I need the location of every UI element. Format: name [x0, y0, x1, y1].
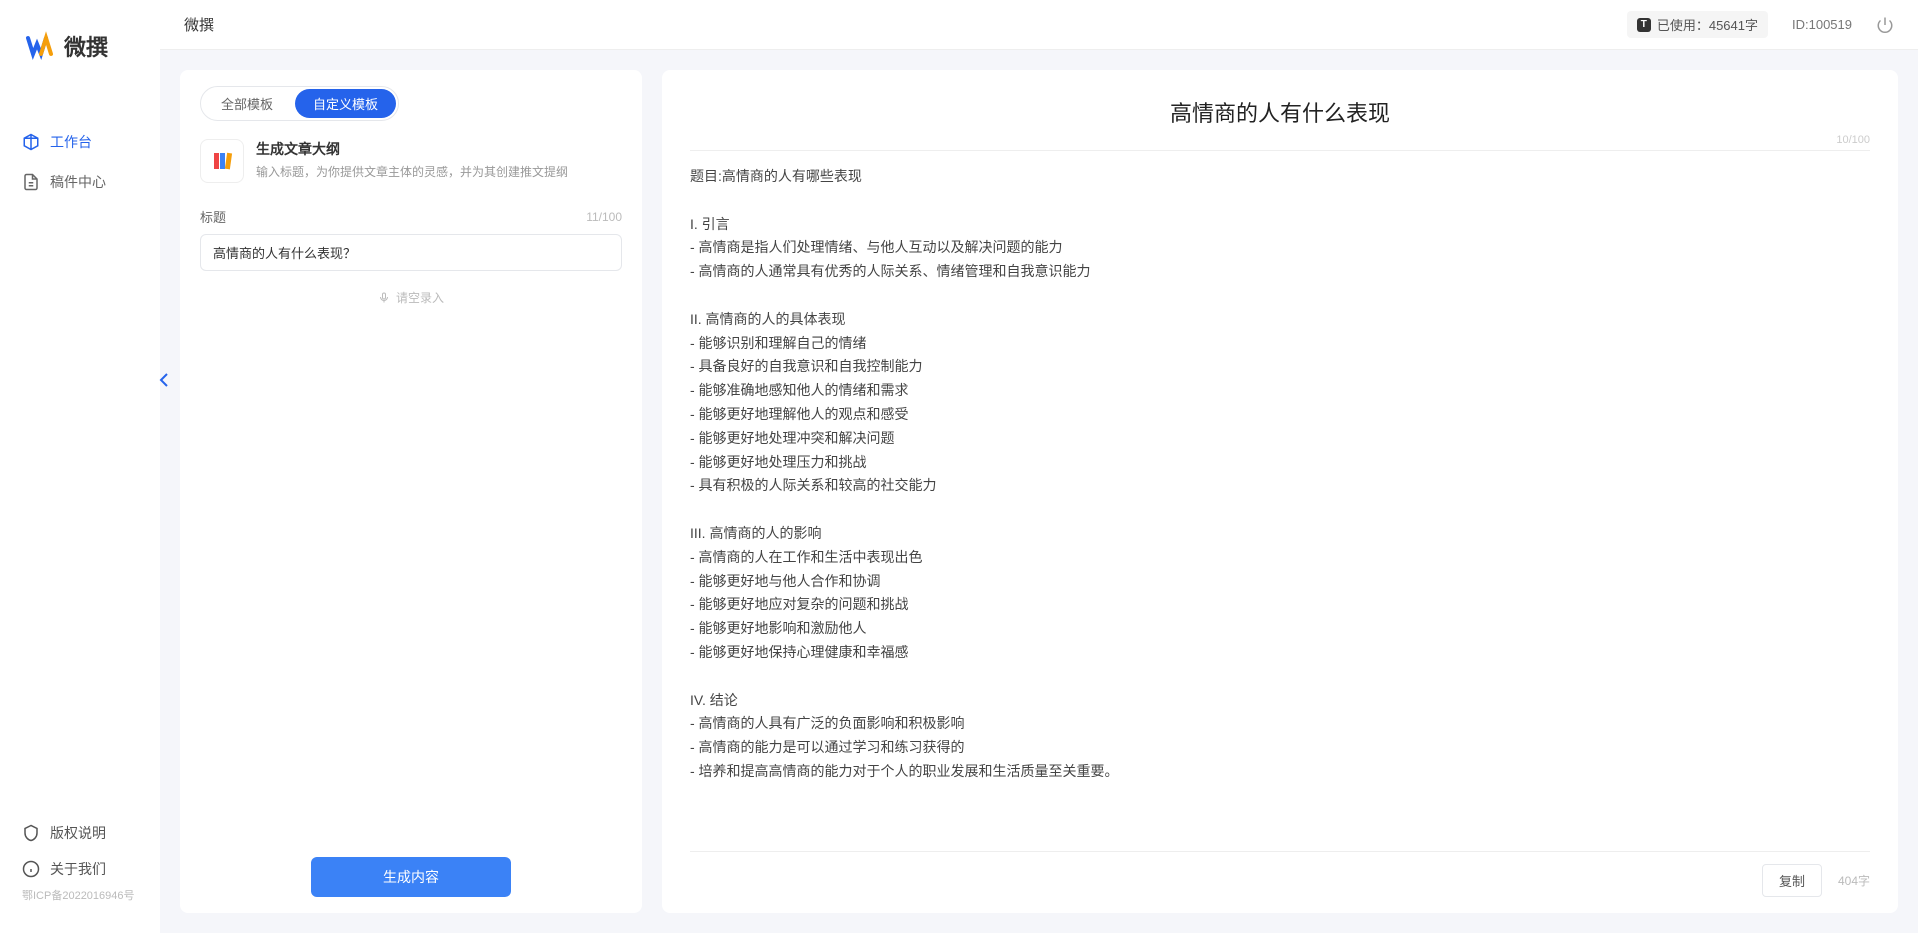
logo-text: 微撰 — [64, 30, 108, 62]
sidebar-footer: 版权说明 关于我们 鄂ICP备2022016946号 — [0, 815, 160, 933]
output-footer: 复制 404字 — [690, 851, 1870, 897]
template-card: 生成文章大纲 输入标题，为你提供文章主体的灵感，并为其创建推文提纲 — [200, 139, 622, 183]
nav-drafts[interactable]: 稿件中心 — [0, 162, 160, 202]
usage-badge: T 已使用：45641字 — [1627, 11, 1768, 38]
voice-label: 请空录入 — [396, 289, 444, 306]
cube-icon — [22, 133, 40, 151]
user-id: ID:100519 — [1792, 17, 1852, 32]
usage-text: 已使用：45641字 — [1657, 15, 1758, 34]
main: 微撰 T 已使用：45641字 ID:100519 全部模板 自定义模板 — [160, 0, 1918, 933]
sidebar-collapse[interactable] — [158, 370, 170, 390]
text-icon: T — [1637, 18, 1651, 32]
output-panel: 高情商的人有什么表现 10/100 题目:高情商的人有哪些表现 I. 引言 - … — [662, 70, 1898, 913]
logo: 微撰 — [0, 30, 160, 62]
copyright-link[interactable]: 版权说明 — [0, 815, 160, 851]
tab-all[interactable]: 全部模板 — [203, 89, 291, 118]
icp-text: 鄂ICP备2022016946号 — [0, 887, 160, 913]
template-info: 生成文章大纲 输入标题，为你提供文章主体的灵感，并为其创建推文提纲 — [256, 139, 568, 183]
output-title-count: 10/100 — [690, 134, 1870, 151]
topbar: 微撰 T 已使用：45641字 ID:100519 — [160, 0, 1918, 50]
template-desc: 输入标题，为你提供文章主体的灵感，并为其创建推文提纲 — [256, 163, 568, 180]
template-title: 生成文章大纲 — [256, 139, 568, 159]
output-char-count: 404字 — [1838, 872, 1870, 889]
nav-workbench[interactable]: 工作台 — [0, 122, 160, 162]
mic-icon — [378, 292, 390, 304]
input-panel: 全部模板 自定义模板 生成文章大纲 输入标题，为你提供文章主体的灵感，并为其创建… — [180, 70, 642, 913]
footer-label: 关于我们 — [50, 859, 106, 879]
about-link[interactable]: 关于我们 — [0, 851, 160, 887]
generate-button[interactable]: 生成内容 — [311, 857, 511, 897]
books-icon — [210, 149, 234, 173]
power-icon[interactable] — [1876, 16, 1894, 34]
voice-record[interactable]: 请空录入 — [200, 289, 622, 306]
page-title: 微撰 — [184, 14, 214, 35]
title-label: 标题 — [200, 207, 226, 226]
content: 全部模板 自定义模板 生成文章大纲 输入标题，为你提供文章主体的灵感，并为其创建… — [160, 50, 1918, 933]
template-tabs: 全部模板 自定义模板 — [200, 86, 399, 121]
title-input[interactable] — [200, 234, 622, 271]
output-title: 高情商的人有什么表现 — [690, 96, 1870, 128]
shield-icon — [22, 824, 40, 842]
nav-label: 工作台 — [50, 132, 92, 152]
sidebar: 微撰 工作台 稿件中心 版权说明 关于我们 鄂ICP备2022016946号 — [0, 0, 160, 933]
template-icon — [200, 139, 244, 183]
title-counter: 11/100 — [586, 210, 622, 224]
nav-label: 稿件中心 — [50, 172, 106, 192]
output-body: 题目:高情商的人有哪些表现 I. 引言 - 高情商是指人们处理情绪、与他人互动以… — [690, 165, 1870, 841]
document-icon — [22, 173, 40, 191]
tab-custom[interactable]: 自定义模板 — [295, 89, 396, 118]
info-icon — [22, 860, 40, 878]
topbar-right: T 已使用：45641字 ID:100519 — [1627, 11, 1894, 38]
footer-label: 版权说明 — [50, 823, 106, 843]
logo-icon — [24, 30, 56, 62]
chevron-left-icon — [159, 372, 169, 388]
title-field-header: 标题 11/100 — [200, 207, 622, 226]
copy-button[interactable]: 复制 — [1762, 864, 1822, 897]
